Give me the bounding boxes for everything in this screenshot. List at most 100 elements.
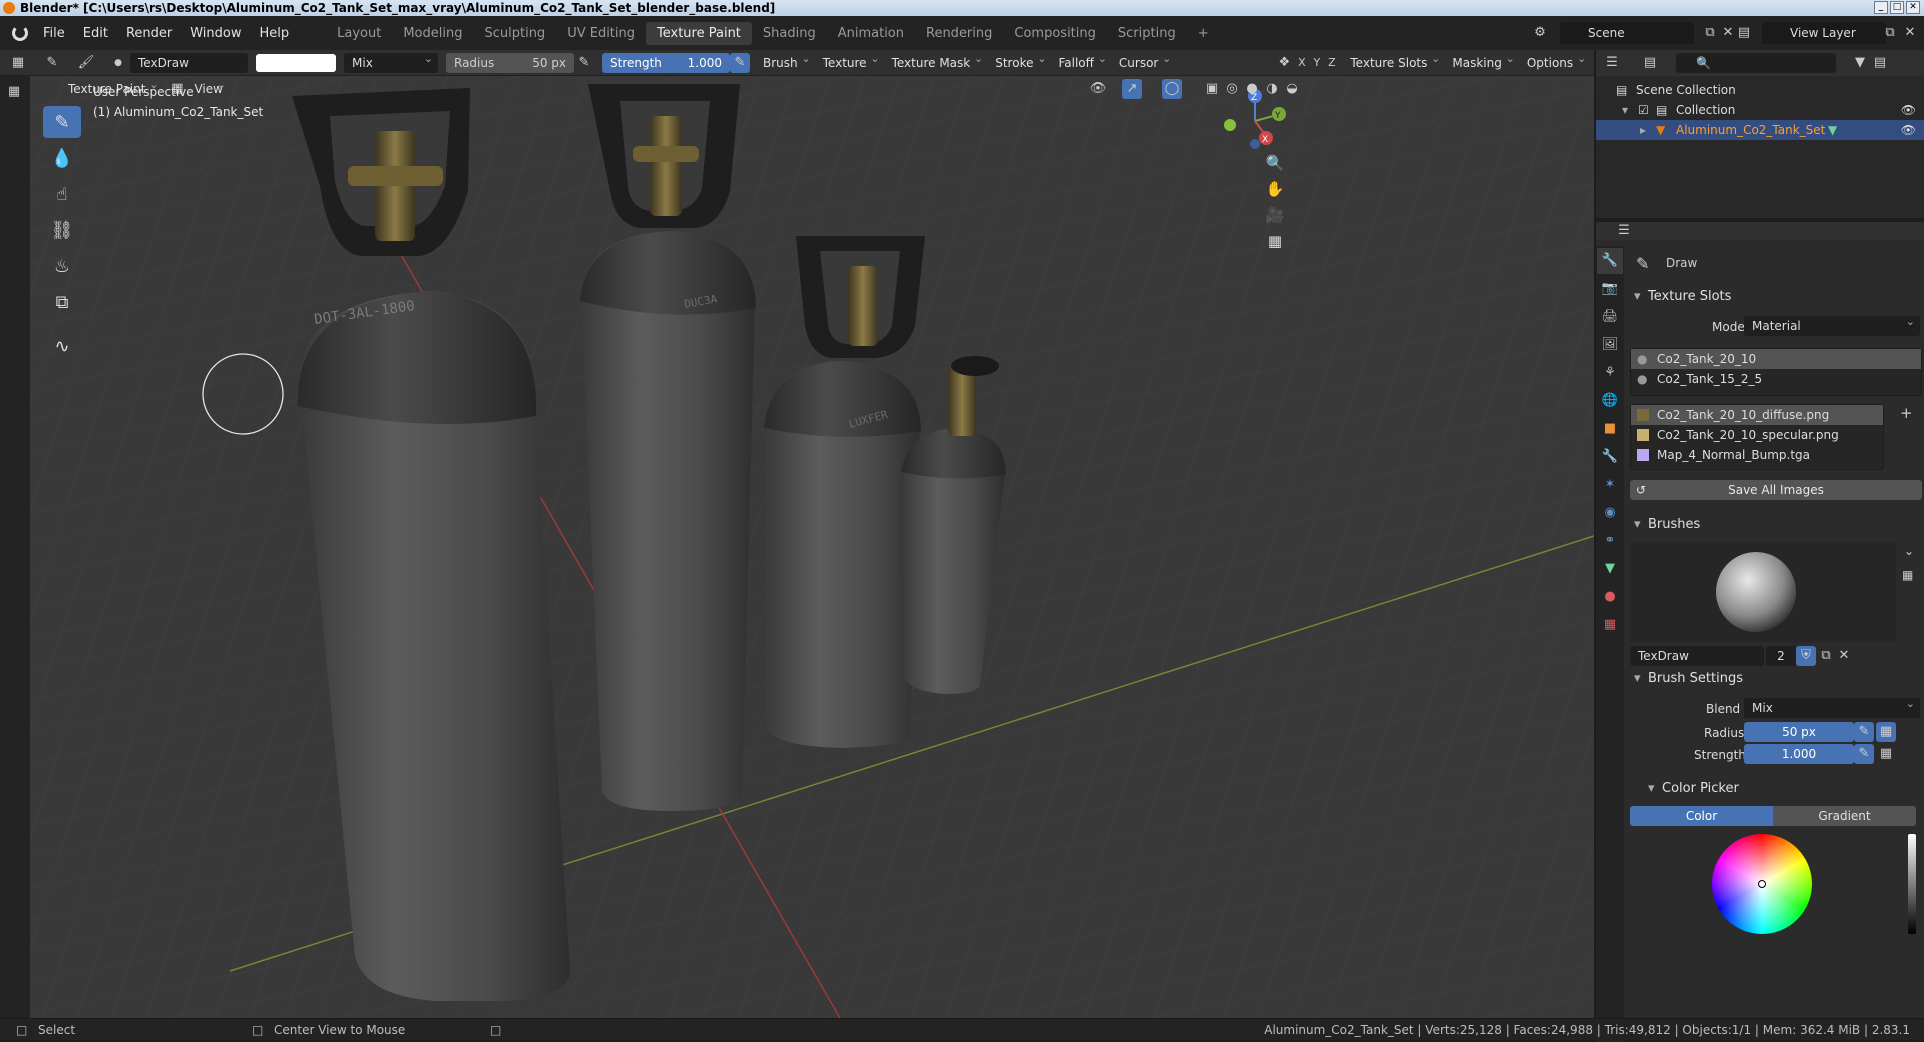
world-tab-icon[interactable]: 🌐	[1597, 388, 1623, 414]
editor-type-icon[interactable]: ▦	[8, 53, 28, 73]
render-tab-icon[interactable]: 📷	[1597, 276, 1623, 302]
tab-compositing[interactable]: Compositing	[1003, 22, 1107, 45]
zoom-icon[interactable]: 🔍	[1264, 152, 1286, 174]
clone-tool-icon[interactable]: ⛓	[43, 214, 81, 246]
color-wheel[interactable]	[1712, 834, 1812, 934]
close-icon[interactable]: ✕	[1906, 1, 1920, 14]
menu-file[interactable]: File	[34, 26, 74, 41]
add-texture-slot-icon[interactable]: +	[1900, 404, 1913, 422]
3d-viewport[interactable]: DOT-3AL-1800 DUC3A LUXFER Z Y X Texture …	[30, 76, 1594, 1018]
mirror-y-button[interactable]: Y	[1309, 53, 1324, 73]
value-slider[interactable]	[1908, 834, 1916, 934]
new-scene-icon[interactable]: ⧉	[1700, 23, 1720, 43]
soften-tool-icon[interactable]: 💧	[43, 142, 81, 174]
overlays-icon[interactable]: ◯	[1162, 79, 1182, 99]
tab-modeling[interactable]: Modeling	[392, 22, 473, 45]
collection-checkbox-icon[interactable]: ☑	[1638, 100, 1649, 120]
data-tab-icon[interactable]: ▼	[1597, 556, 1623, 582]
brush-list-expand-icon[interactable]: ⌄	[1904, 544, 1914, 558]
menu-brush[interactable]: Brush	[756, 49, 816, 73]
visibility-icon[interactable]: 👁	[1088, 79, 1108, 99]
radius-pressure-icon[interactable]: ✎	[574, 53, 594, 73]
brush-name-field[interactable]: TexDraw	[130, 52, 248, 73]
new-collection-icon[interactable]: ▤	[1870, 53, 1890, 73]
tab-sculpting[interactable]: Sculpting	[473, 22, 556, 45]
save-all-images-button[interactable]: ↺ Save All Images	[1630, 480, 1922, 500]
outliner-object-row[interactable]: ▸ ▼ Aluminum_Co2_Tank_Set ▼ 👁	[1596, 120, 1924, 140]
delete-view-layer-icon[interactable]: ✕	[1900, 23, 1920, 43]
menu-masking[interactable]: Masking	[1445, 49, 1519, 73]
strength-slider[interactable]: Strength 1.000	[602, 52, 730, 73]
tab-color[interactable]: Color	[1630, 806, 1773, 826]
rendered-shading-icon[interactable]: ◒	[1282, 79, 1302, 99]
add-workspace-button[interactable]: +	[1187, 22, 1220, 45]
strength-unit-toggle-icon[interactable]: ▦	[1876, 744, 1896, 764]
material-slot-item[interactable]: ● Co2_Tank_15_2_5	[1631, 369, 1921, 389]
display-mode-icon[interactable]: ▤	[1640, 53, 1660, 73]
brush-preview-area[interactable]	[1630, 542, 1896, 642]
menu-texture-mask[interactable]: Texture Mask	[885, 49, 989, 73]
view-layer-icon[interactable]: ▤	[1734, 23, 1754, 43]
tab-gradient[interactable]: Gradient	[1773, 806, 1916, 826]
strength-pressure-toggle-icon[interactable]: ✎	[1854, 744, 1874, 764]
physics-tab-icon[interactable]: ◉	[1597, 500, 1623, 526]
tab-texture-paint[interactable]: Texture Paint	[646, 21, 752, 45]
fake-user-shield-icon[interactable]: ⛨	[1796, 646, 1816, 666]
color-wheel-cursor[interactable]	[1758, 880, 1766, 888]
expand-collection-icon[interactable]: ▾	[1622, 100, 1628, 120]
perspective-toggle-icon[interactable]: ▦	[1264, 230, 1286, 252]
image-slot-item[interactable]: Co2_Tank_20_10_specular.png	[1631, 425, 1883, 445]
scene-icon[interactable]: ⚙	[1530, 23, 1550, 43]
texture-mode-dropdown[interactable]: Material	[1744, 312, 1920, 336]
texture-slots-header[interactable]: Texture Slots	[1626, 284, 1924, 310]
image-slot-item[interactable]: Co2_Tank_20_10_diffuse.png	[1631, 405, 1883, 425]
xray-icon[interactable]: ▣	[1202, 79, 1222, 99]
tab-shading[interactable]: Shading	[752, 22, 827, 45]
output-tab-icon[interactable]: 🖨	[1597, 304, 1623, 330]
material-slot-item[interactable]: ● Co2_Tank_20_10	[1631, 349, 1921, 369]
brush-strength-slider[interactable]: 1.000	[1744, 744, 1854, 764]
outliner-editor-icon[interactable]: ☰	[1602, 53, 1622, 73]
annotate-tool-icon[interactable]: ∿	[43, 330, 81, 362]
menu-texture[interactable]: Texture	[816, 49, 885, 73]
camera-icon[interactable]: 🎥	[1264, 204, 1286, 226]
object-tab-icon[interactable]: ■	[1597, 416, 1623, 442]
brush-radius-slider[interactable]: 50 px	[1744, 722, 1854, 742]
menu-render[interactable]: Render	[117, 26, 181, 41]
symmetry-icon[interactable]: ❖	[1274, 53, 1294, 73]
mode-icon[interactable]: ✎	[42, 53, 62, 73]
fill-tool-icon[interactable]: ♨	[43, 250, 81, 282]
view-layer-selector[interactable]: View Layer	[1762, 22, 1886, 44]
object-visibility-icon[interactable]: 👁	[1901, 120, 1916, 140]
radius-slider[interactable]: Radius 50 px	[446, 52, 574, 73]
texture-tab-icon[interactable]: ▦	[1597, 612, 1623, 638]
solid-shading-icon[interactable]: ●	[1242, 79, 1262, 99]
wireframe-shading-icon[interactable]: ◎	[1222, 79, 1242, 99]
filter-icon[interactable]: ▼	[1850, 53, 1870, 73]
tool-tab-icon[interactable]: 🔧	[1597, 248, 1623, 274]
brush-name-field[interactable]: TexDraw	[1630, 646, 1764, 666]
tab-animation[interactable]: Animation	[827, 22, 915, 45]
draw-tool-icon[interactable]: ✎	[43, 106, 81, 138]
texture-paint-icon[interactable]: ▦	[4, 82, 24, 102]
new-view-layer-icon[interactable]: ⧉	[1880, 23, 1900, 43]
outliner-collection[interactable]: ▾ ☑ ▤ Collection 👁	[1596, 100, 1924, 120]
brush-image-icon[interactable]: ▦	[1902, 568, 1913, 582]
gizmo-toggle-icon[interactable]: ↗	[1122, 79, 1142, 99]
brush-icon[interactable]: 🖌	[76, 53, 96, 73]
brushes-header[interactable]: Brushes	[1626, 512, 1924, 538]
radius-pressure-toggle-icon[interactable]: ✎	[1854, 722, 1874, 742]
scene-selector[interactable]: Scene	[1560, 22, 1694, 44]
tab-scripting[interactable]: Scripting	[1107, 22, 1187, 45]
mask-tool-icon[interactable]: ⧉	[43, 286, 81, 318]
brush-blend-dropdown[interactable]: Mix	[1744, 694, 1920, 718]
constraints-tab-icon[interactable]: ⚭	[1597, 528, 1623, 554]
mirror-z-button[interactable]: Z	[1324, 53, 1339, 73]
view-layer-tab-icon[interactable]: 🖼	[1597, 332, 1623, 358]
unlink-brush-icon[interactable]: ✕	[1834, 646, 1854, 666]
scene-tab-icon[interactable]: ⚘	[1597, 360, 1623, 386]
menu-options[interactable]: Options	[1520, 49, 1591, 73]
strength-pressure-icon[interactable]: ✎	[730, 52, 750, 73]
outliner-search-input[interactable]: 🔍	[1676, 53, 1836, 73]
color-picker-header[interactable]: Color Picker	[1640, 776, 1739, 802]
